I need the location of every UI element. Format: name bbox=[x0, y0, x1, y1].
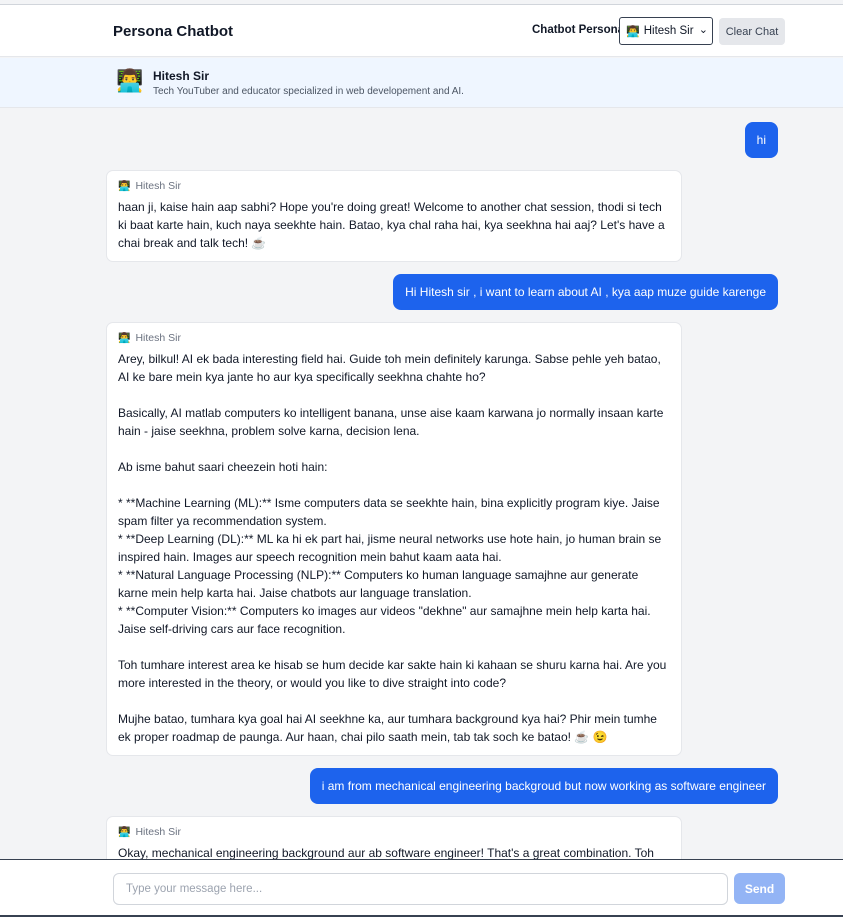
send-button[interactable]: Send bbox=[734, 873, 785, 904]
bot-avatar-icon: 👨‍💻 bbox=[118, 332, 131, 344]
message-text: Hi Hitesh sir , i want to learn about AI… bbox=[405, 285, 766, 299]
persona-select-value: Hitesh Sir bbox=[643, 25, 694, 37]
bot-message: 👨‍💻 Hitesh Sir Arey, bilkul! AI ek bada … bbox=[106, 322, 682, 756]
message-text: i am from mechanical engineering backgro… bbox=[321, 779, 766, 793]
user-message: Hi Hitesh sir , i want to learn about AI… bbox=[393, 274, 778, 310]
bot-sender-name: Hitesh Sir bbox=[135, 180, 181, 192]
chevron-down-icon: ⌄ bbox=[698, 24, 708, 36]
persona-name: Hitesh Sir bbox=[153, 69, 210, 83]
bot-message-header: 👨‍💻 Hitesh Sir bbox=[118, 332, 670, 344]
bot-avatar-icon: 👨‍💻 bbox=[118, 180, 131, 192]
message-text: Okay, mechanical engineering background … bbox=[118, 846, 654, 859]
user-message: hi bbox=[744, 122, 778, 158]
composer-bar: Send bbox=[0, 859, 843, 917]
persona-avatar-icon: 👨‍💻 bbox=[626, 25, 640, 38]
message-text: Arey, bilkul! AI ek bada interesting fie… bbox=[118, 352, 667, 744]
message-input[interactable] bbox=[113, 873, 728, 905]
clear-chat-button[interactable]: Clear Chat bbox=[719, 18, 785, 45]
message-text: hi bbox=[756, 133, 766, 147]
bot-message-header: 👨‍💻 Hitesh Sir bbox=[118, 826, 670, 838]
bot-message: 👨‍💻 Hitesh Sir haan ji, kaise hain aap s… bbox=[106, 170, 682, 262]
chat-messages[interactable]: hi 👨‍💻 Hitesh Sir haan ji, kaise hain aa… bbox=[0, 109, 843, 859]
bot-message-header: 👨‍💻 Hitesh Sir bbox=[118, 180, 670, 192]
persona-select[interactable]: 👨‍💻 Hitesh Sir ⌄ bbox=[619, 17, 713, 45]
bot-sender-name: Hitesh Sir bbox=[135, 826, 181, 838]
message-text: haan ji, kaise hain aap sabhi? Hope you'… bbox=[118, 200, 665, 250]
persona-description: Tech YouTuber and educator specialized i… bbox=[153, 86, 464, 97]
bot-sender-name: Hitesh Sir bbox=[135, 332, 181, 344]
app-title: Persona Chatbot bbox=[113, 23, 234, 40]
user-message: i am from mechanical engineering backgro… bbox=[309, 768, 778, 804]
persona-info-bar: 👨‍💻 Hitesh Sir Tech YouTuber and educato… bbox=[0, 58, 843, 108]
bot-message: 👨‍💻 Hitesh Sir Okay, mechanical engineer… bbox=[106, 816, 682, 859]
persona-select-label: Chatbot Persona: bbox=[532, 24, 628, 36]
persona-avatar: 👨‍💻 bbox=[116, 68, 144, 93]
bot-avatar-icon: 👨‍💻 bbox=[118, 826, 131, 838]
app-header: Persona Chatbot Chatbot Persona: 👨‍💻 Hit… bbox=[0, 5, 843, 57]
